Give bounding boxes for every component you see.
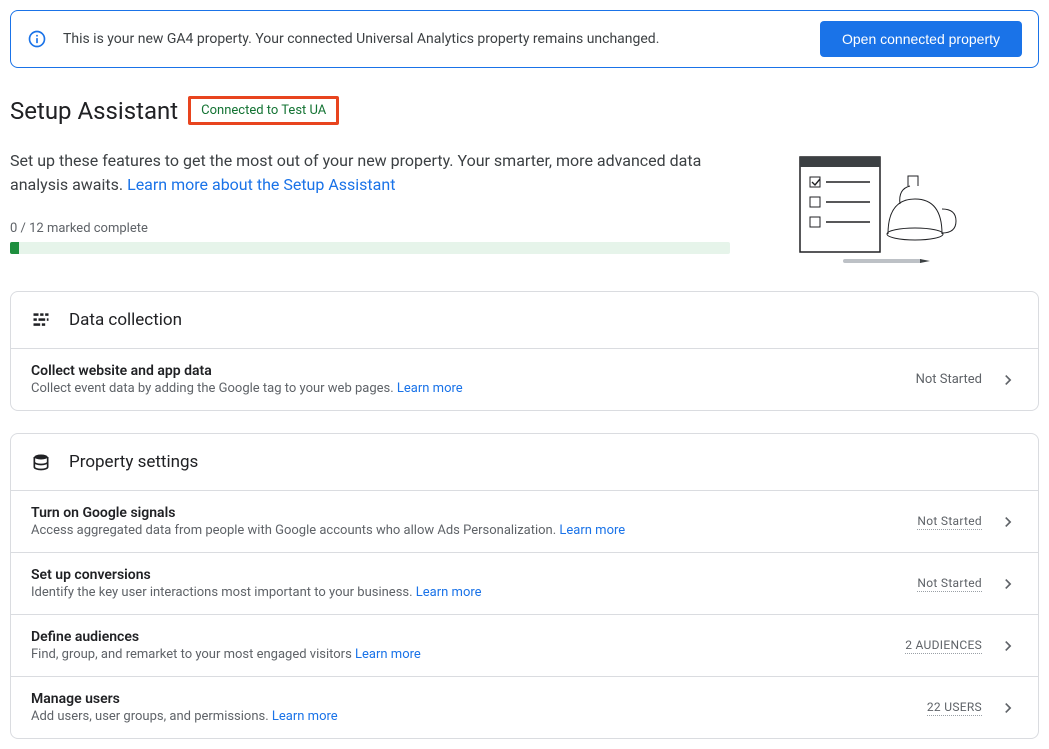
learn-more-link[interactable]: Learn more: [272, 709, 338, 724]
row-audiences[interactable]: Define audiences Find, group, and remark…: [11, 614, 1038, 676]
row-conversions[interactable]: Set up conversions Identify the key user…: [11, 552, 1038, 614]
connection-badge: Connected to Test UA: [188, 96, 339, 125]
progress-bar: [10, 242, 730, 254]
chevron-right-icon: [998, 512, 1018, 532]
status-badge[interactable]: Not Started: [917, 514, 982, 530]
chevron-right-icon: [998, 574, 1018, 594]
card-data-collection: Data collection Collect website and app …: [10, 291, 1039, 411]
title-row: Setup Assistant Connected to Test UA: [10, 96, 1039, 125]
chevron-right-icon: [998, 698, 1018, 718]
banner-text: This is your new GA4 property. Your conn…: [63, 31, 804, 47]
progress-label: 0 / 12 marked complete: [10, 221, 730, 236]
row-google-signals[interactable]: Turn on Google signals Access aggregated…: [11, 490, 1038, 552]
row-subtitle: Identify the key user interactions most …: [31, 585, 901, 600]
open-connected-property-button[interactable]: Open connected property: [820, 21, 1022, 57]
status-badge[interactable]: Not Started: [917, 576, 982, 592]
status-badge[interactable]: 2 AUDIENCES: [905, 638, 982, 654]
learn-more-link[interactable]: Learn more: [397, 381, 463, 396]
card-title: Property settings: [69, 452, 198, 472]
data-collection-icon: [31, 310, 51, 330]
hero-description: Set up these features to get the most ou…: [10, 149, 730, 197]
row-title: Manage users: [31, 691, 911, 707]
learn-more-setup-assistant-link[interactable]: Learn more about the Setup Assistant: [127, 175, 395, 194]
row-subtitle: Collect event data by adding the Google …: [31, 381, 900, 396]
progress-fill: [10, 242, 19, 254]
row-manage-users[interactable]: Manage users Add users, user groups, and…: [11, 676, 1038, 738]
learn-more-link[interactable]: Learn more: [559, 523, 625, 538]
chevron-right-icon: [998, 636, 1018, 656]
card-title: Data collection: [69, 310, 182, 330]
page-title: Setup Assistant: [10, 97, 178, 125]
row-subtitle: Add users, user groups, and permissions.…: [31, 709, 911, 724]
row-title: Collect website and app data: [31, 363, 900, 379]
card-header: Data collection: [11, 292, 1038, 348]
status-badge[interactable]: 22 USERS: [927, 700, 982, 716]
hero-section: Set up these features to get the most ou…: [10, 149, 1039, 269]
row-collect-data[interactable]: Collect website and app data Collect eve…: [11, 348, 1038, 410]
card-header: Property settings: [11, 434, 1038, 490]
property-settings-icon: [31, 452, 51, 472]
info-icon: [27, 29, 47, 49]
row-title: Set up conversions: [31, 567, 901, 583]
status-badge: Not Started: [916, 372, 982, 387]
card-property-settings: Property settings Turn on Google signals…: [10, 433, 1039, 739]
row-title: Define audiences: [31, 629, 889, 645]
row-title: Turn on Google signals: [31, 505, 901, 521]
learn-more-link[interactable]: Learn more: [416, 585, 482, 600]
chevron-right-icon: [998, 370, 1018, 390]
info-banner: This is your new GA4 property. Your conn…: [10, 10, 1039, 68]
checklist-illustration: [770, 149, 970, 269]
row-subtitle: Access aggregated data from people with …: [31, 523, 901, 538]
